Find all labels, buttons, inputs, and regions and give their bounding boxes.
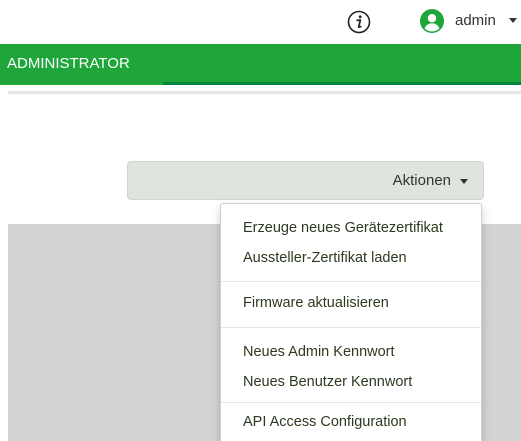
nav-divider <box>8 91 521 94</box>
tab-administrator[interactable]: ADMINISTRATOR <box>0 44 163 85</box>
menu-item-load-issuer-certificate[interactable]: Aussteller-Zertifikat laden <box>243 250 407 266</box>
info-icon[interactable] <box>347 10 371 34</box>
chevron-down-icon[interactable] <box>509 18 517 23</box>
menu-divider <box>221 281 481 282</box>
actions-button[interactable]: Aktionen <box>127 161 484 200</box>
menu-item-generate-device-certificate[interactable]: Erzeuge neues Gerätezertifikat <box>243 220 443 236</box>
menu-item-new-user-password[interactable]: Neues Benutzer Kennwort <box>243 374 412 390</box>
user-menu-label[interactable]: admin <box>455 12 496 29</box>
menu-divider <box>221 402 481 403</box>
menu-item-api-access-configuration[interactable]: API Access Configuration <box>243 414 407 430</box>
actions-dropdown-menu: Erzeuge neues Gerätezertifikat Ausstelle… <box>220 203 482 441</box>
menu-item-new-admin-password[interactable]: Neues Admin Kennwort <box>243 344 395 360</box>
page: admin ADMINISTRATOR Aktionen Erzeuge neu… <box>0 0 521 441</box>
nav-underline <box>163 82 521 85</box>
chevron-down-icon <box>460 179 468 184</box>
top-bar: admin <box>0 0 521 44</box>
user-circle-icon[interactable] <box>420 9 444 33</box>
menu-item-update-firmware[interactable]: Firmware aktualisieren <box>243 295 389 311</box>
menu-divider <box>221 327 481 328</box>
main-nav: ADMINISTRATOR <box>0 44 521 85</box>
actions-button-label: Aktionen <box>392 172 451 189</box>
